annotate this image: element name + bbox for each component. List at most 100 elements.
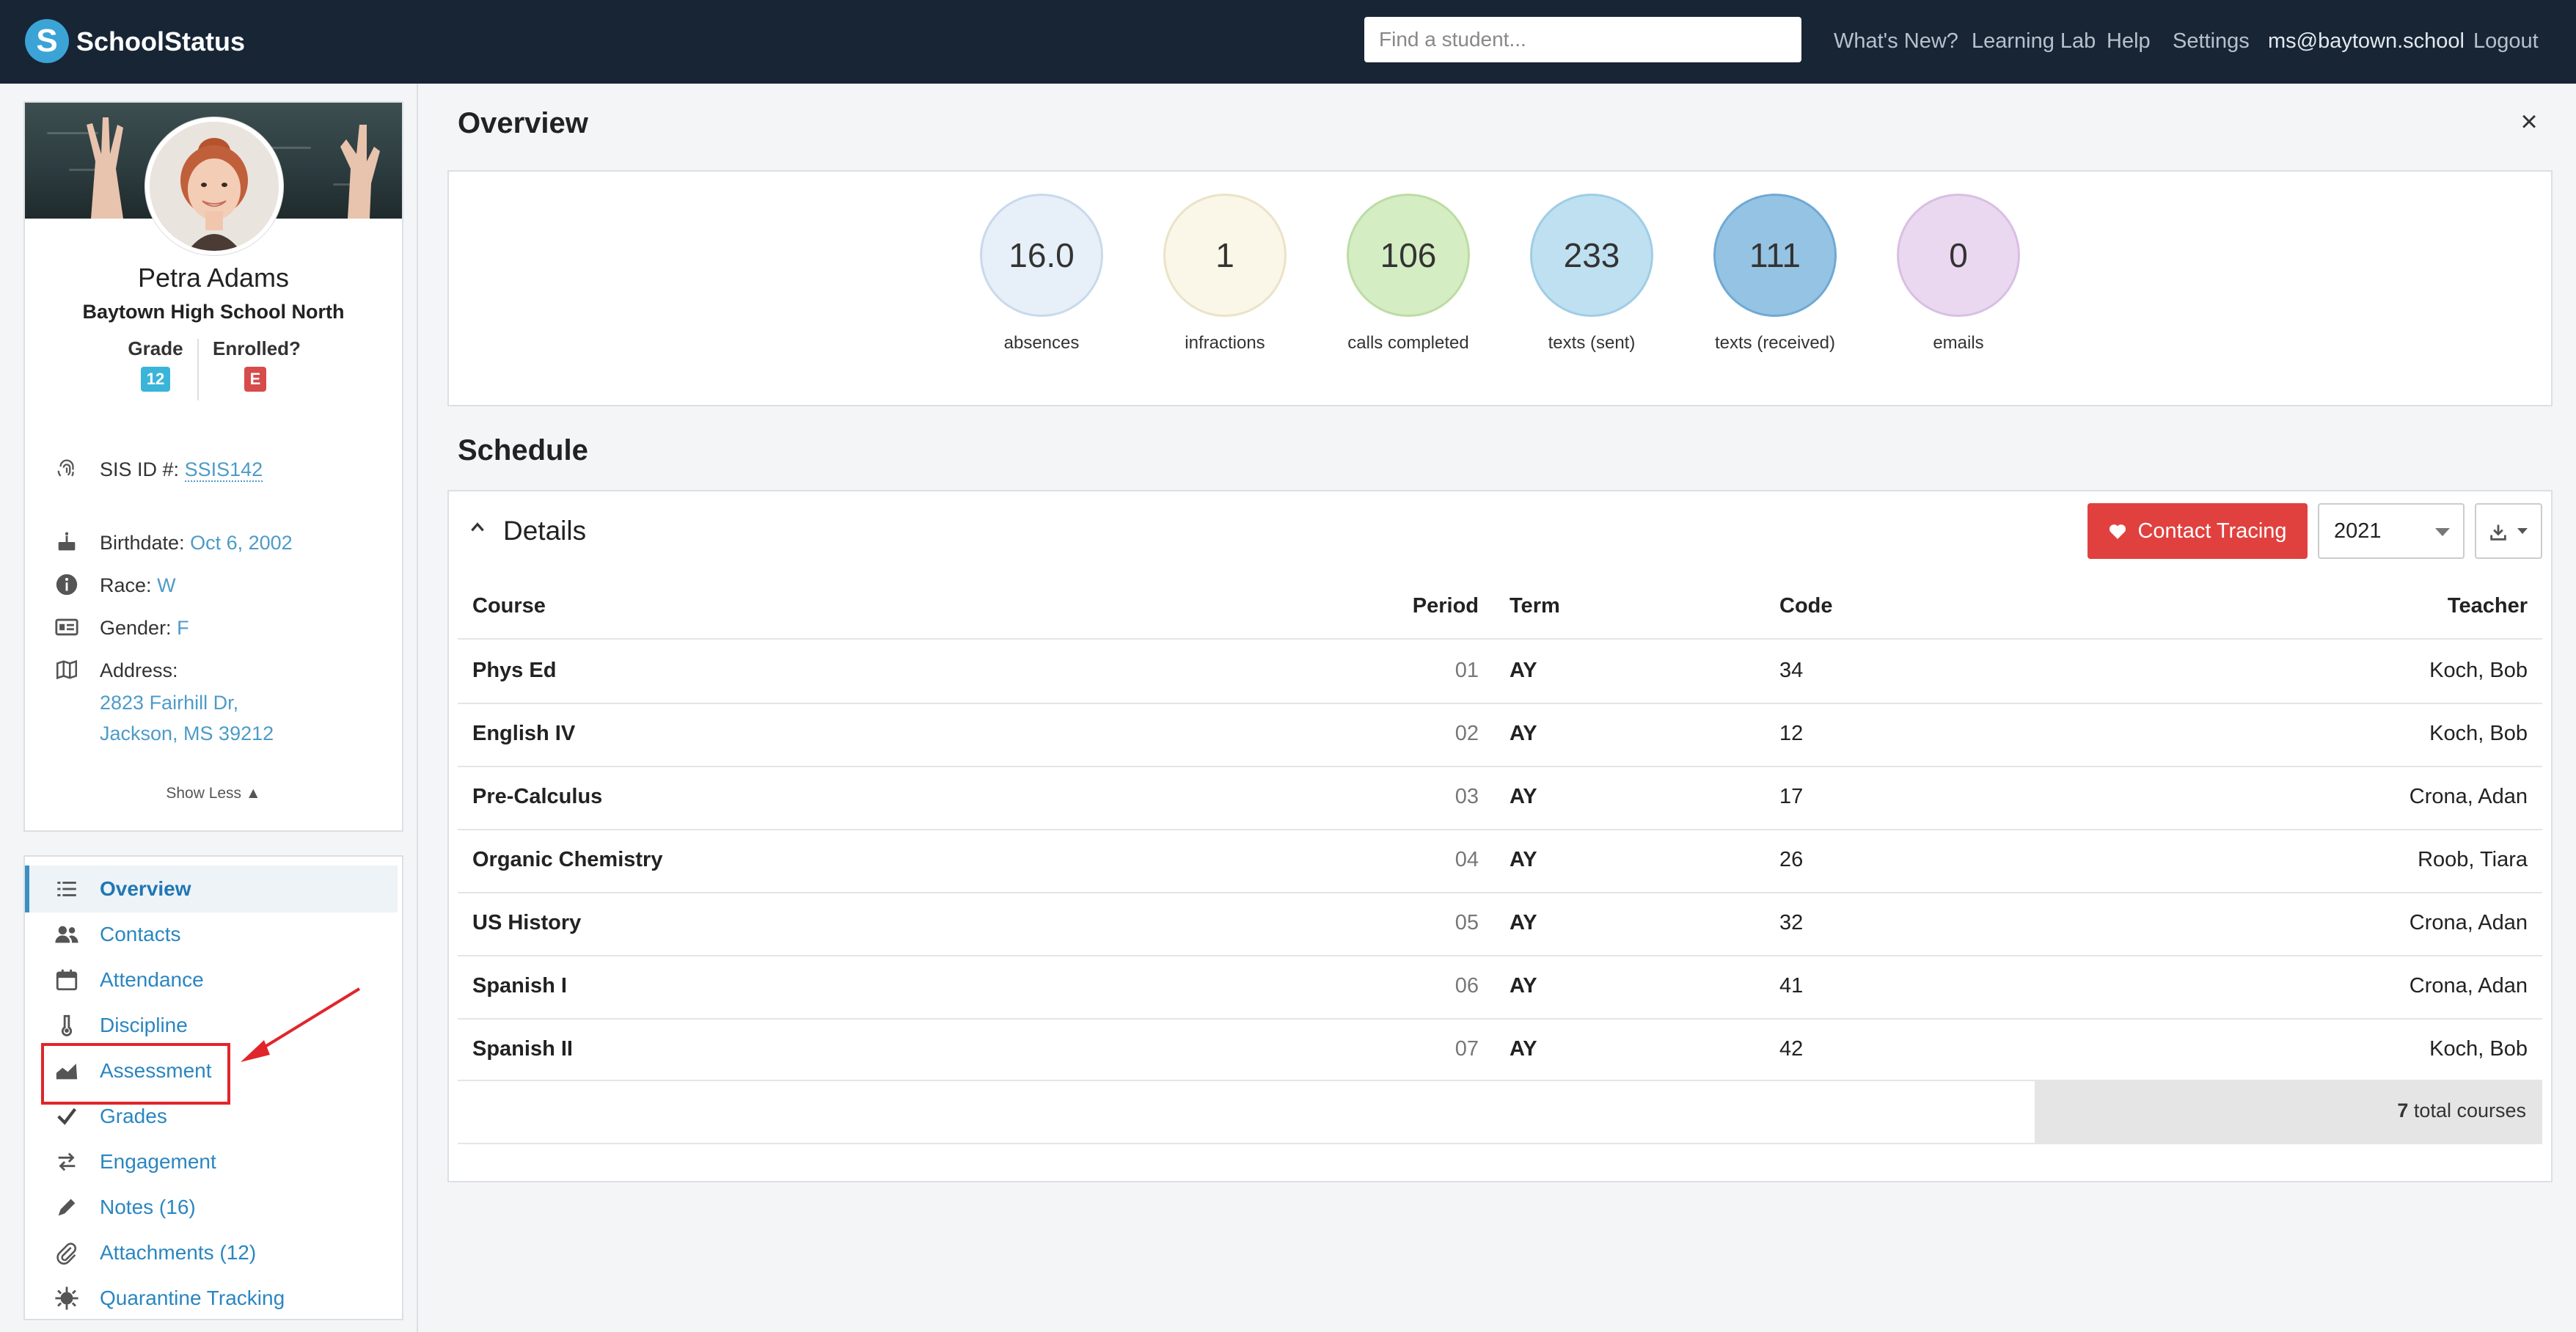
grade-badge: 12 [141, 367, 170, 392]
row-divider [458, 892, 2542, 893]
code-cell: 32 [1779, 911, 1804, 934]
sidebar-item-label: Attendance [100, 968, 204, 991]
sidebar-item-quarantine-tracking[interactable]: Quarantine Tracking [44, 1278, 396, 1319]
course-cell: Phys Ed [472, 659, 557, 682]
stat-label: texts (received) [1714, 333, 1836, 353]
code-cell: 41 [1779, 974, 1804, 998]
year-select-value: 2021 [2334, 519, 2382, 543]
contact-tracing-button[interactable]: Contact Tracing [2087, 503, 2308, 559]
details-toggle[interactable]: Details [503, 512, 586, 550]
learning-lab-link[interactable]: Learning Lab [1972, 26, 2096, 56]
sidebar-item-overview[interactable]: Overview [44, 868, 396, 910]
total-courses-text: 7 total courses [2035, 1096, 2526, 1125]
heart-icon [2110, 524, 2126, 539]
caret-down-icon [2517, 528, 2528, 534]
birthday-cake-icon [58, 532, 76, 551]
virus-icon [55, 1287, 78, 1310]
row-divider [458, 829, 2542, 830]
stat-circle-texts-sent[interactable]: 233 [1530, 194, 1653, 317]
users-icon [55, 926, 78, 943]
sidebar-item-label: Discipline [100, 1014, 188, 1036]
course-cell: Spanish I [472, 974, 567, 998]
teacher-cell: Koch, Bob [2429, 659, 2528, 682]
gender-row: Gender: F [100, 613, 189, 643]
gender-value: F [177, 617, 189, 639]
sidebar-item-notes[interactable]: Notes (16) [44, 1187, 396, 1228]
stat-circle-texts-received[interactable]: 111 [1713, 194, 1837, 317]
contact-tracing-label: Contact Tracing [2137, 519, 2287, 543]
race-label: Race: [100, 574, 152, 596]
teacher-cell: Koch, Bob [2429, 1037, 2528, 1061]
course-cell: US History [472, 911, 582, 934]
calendar-icon [56, 969, 78, 991]
column-header-course[interactable]: Course [472, 591, 546, 621]
year-select[interactable]: 2021 [2318, 503, 2465, 559]
period-cell: 02 [1455, 722, 1479, 745]
term-cell: AY [1510, 911, 1537, 934]
exchange-icon [58, 1152, 76, 1171]
nav-active-indicator [25, 866, 29, 912]
sidebar-item-contacts[interactable]: Contacts [44, 914, 396, 955]
stat-label: absences [1003, 333, 1080, 353]
period-cell: 05 [1455, 911, 1479, 934]
column-header-code[interactable]: Code [1779, 591, 1833, 621]
term-cell: AY [1510, 1037, 1537, 1061]
help-link[interactable]: Help [2107, 26, 2151, 56]
code-cell: 42 [1779, 1037, 1804, 1061]
term-cell: AY [1510, 848, 1537, 871]
grade-label: Grade [128, 337, 183, 359]
close-icon[interactable]: × [2514, 104, 2544, 139]
address-line-1: 2823 Fairhill Dr, [100, 692, 239, 714]
grade-divider [197, 339, 199, 400]
column-header-teacher[interactable]: Teacher [2234, 591, 2528, 621]
sidebar-item-label: Notes (16) [100, 1196, 196, 1218]
period-cell: 01 [1455, 659, 1479, 682]
id-card-icon [55, 618, 78, 636]
birthdate-row: Birthdate: Oct 6, 2002 [100, 528, 293, 557]
column-header-period[interactable]: Period [1382, 591, 1479, 621]
show-less-toggle[interactable]: Show Less ▲ [25, 785, 402, 802]
sidebar-item-attachments[interactable]: Attachments (12) [44, 1232, 396, 1273]
code-cell: 12 [1779, 722, 1804, 745]
sis-id-row: SIS ID #: SSIS142 [100, 455, 263, 484]
sidebar-item-engagement[interactable]: Engagement [44, 1141, 396, 1182]
period-cell: 03 [1455, 785, 1479, 808]
term-cell: AY [1510, 974, 1537, 998]
school-name: Baytown High School North [82, 301, 345, 323]
teacher-cell: Crona, Adan [2409, 785, 2528, 808]
sis-id-value[interactable]: SSIS142 [184, 458, 263, 482]
stat-label: emails [1933, 333, 1984, 353]
code-cell: 17 [1779, 785, 1804, 808]
whats-new-link[interactable]: What's New? [1834, 26, 1958, 56]
term-cell: AY [1510, 722, 1537, 745]
stat-circle-emails[interactable]: 0 [1897, 194, 2020, 317]
term-cell: AY [1510, 785, 1537, 808]
chevron-up-icon[interactable] [468, 518, 487, 537]
user-account-link[interactable]: ms@baytown.school [2268, 26, 2465, 56]
teacher-cell: Roob, Tiara [2418, 848, 2528, 871]
app-name[interactable]: SchoolStatus [76, 23, 245, 60]
column-header-term[interactable]: Term [1510, 591, 1560, 621]
race-value: W [157, 574, 176, 596]
overview-title: Overview [458, 107, 588, 139]
course-cell: Organic Chemistry [472, 848, 663, 871]
schoolstatus-logo-icon[interactable]: S [25, 19, 69, 63]
stat-circle-infractions[interactable]: 1 [1163, 194, 1287, 317]
enrolled-badge: E [244, 367, 266, 392]
download-dropdown-button[interactable] [2475, 503, 2542, 559]
sidebar-item-label: Contacts [100, 923, 181, 945]
stat-circle-absences[interactable]: 16.0 [980, 194, 1103, 317]
row-divider [458, 766, 2542, 767]
logout-link[interactable]: Logout [2473, 26, 2539, 56]
map-icon [56, 659, 78, 680]
fingerprint-icon [57, 459, 74, 477]
stat-circle-calls-completed[interactable]: 106 [1347, 194, 1470, 317]
student-search-input[interactable] [1364, 17, 1801, 62]
teacher-cell: Koch, Bob [2429, 722, 2528, 745]
period-cell: 06 [1455, 974, 1479, 998]
annotation-arrow-icon [241, 987, 361, 1062]
code-cell: 34 [1779, 659, 1804, 682]
stat-label: infractions [1185, 333, 1265, 353]
info-circle-icon [56, 574, 78, 596]
settings-link[interactable]: Settings [2173, 26, 2250, 56]
